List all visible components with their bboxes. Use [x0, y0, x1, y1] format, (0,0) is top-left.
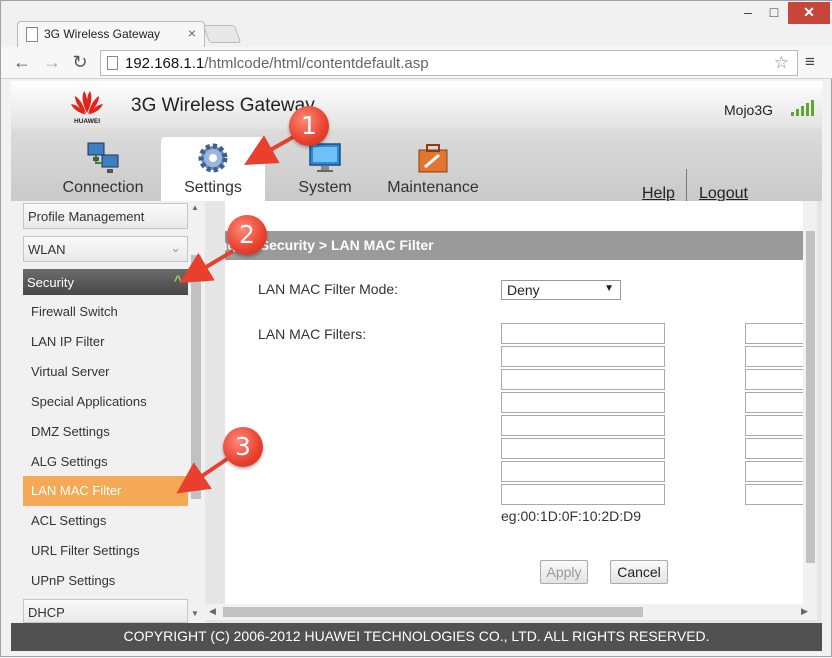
- sidebar-group-security[interactable]: Security ^: [23, 269, 188, 295]
- footer-copyright: COPYRIGHT (C) 2006-2012 HUAWEI TECHNOLOG…: [11, 623, 822, 651]
- browser-menu-button[interactable]: ≡: [801, 53, 819, 71]
- callout-1: 1: [289, 106, 329, 146]
- mac-filter-input[interactable]: [501, 369, 665, 390]
- toolbox-icon: [418, 144, 448, 173]
- tab-system[interactable]: System: [273, 137, 377, 201]
- apply-button[interactable]: Apply: [540, 560, 588, 584]
- tab-label: System: [298, 179, 352, 196]
- group-label: Profile Management: [28, 209, 145, 224]
- sidebar-item-url-filter-settings[interactable]: URL Filter Settings: [23, 536, 188, 566]
- back-button[interactable]: ←: [11, 51, 33, 73]
- tab-label: Settings: [184, 179, 242, 196]
- mac-filter-input[interactable]: [501, 438, 665, 459]
- device-name: Mojo3G: [724, 102, 774, 118]
- callout-3: 3: [223, 427, 263, 467]
- group-label: WLAN: [28, 242, 66, 257]
- dropdown-arrow-icon: ▼: [604, 283, 614, 294]
- callout-2: 2: [227, 215, 267, 255]
- sidebar-item-virtual-server[interactable]: Virtual Server: [23, 357, 188, 387]
- mode-select-value: Deny: [507, 282, 540, 298]
- chevron-up-icon: ^: [173, 272, 182, 288]
- content-horizontal-scrollbar[interactable]: ◀ ▶: [205, 604, 817, 620]
- bookmark-star-icon[interactable]: ☆: [774, 53, 789, 73]
- sidebar-item-firewall-switch[interactable]: Firewall Switch: [23, 297, 188, 327]
- minimize-button[interactable]: –: [735, 2, 761, 24]
- app-title: 3G Wireless Gateway: [131, 95, 315, 116]
- mac-filter-input[interactable]: [501, 323, 665, 344]
- new-tab-button[interactable]: [202, 25, 242, 43]
- url-host: 192.168.1.1: [125, 55, 205, 72]
- sidebar-item-lan-ip-filter[interactable]: LAN IP Filter: [23, 327, 188, 357]
- gear-icon: [198, 143, 228, 173]
- url-text[interactable]: 192.168.1.1/htmlcode/html/contentdefault…: [125, 55, 429, 72]
- group-label: DHCP: [28, 605, 65, 620]
- mode-select[interactable]: Deny ▼: [501, 280, 621, 300]
- scrollbar-thumb[interactable]: [806, 231, 815, 563]
- divider: [686, 169, 687, 203]
- mode-label: LAN MAC Filter Mode:: [258, 281, 399, 297]
- sidebar: Profile Management WLAN ⌄ Security ^ Fir…: [11, 201, 205, 623]
- scroll-right-arrow-icon[interactable]: ▶: [801, 606, 808, 617]
- content-panel: ings > Security > LAN MAC Filter LAN MAC…: [225, 201, 817, 609]
- mac-example-hint: eg:00:1D:0F:10:2D:D9: [501, 508, 642, 524]
- sidebar-item-acl-settings[interactable]: ACL Settings: [23, 506, 188, 536]
- scrollbar-thumb[interactable]: [191, 255, 201, 499]
- scroll-down-arrow-icon[interactable]: ▼: [191, 609, 199, 618]
- page-header: HUAWEI 3G Wireless Gateway Mojo3G: [11, 81, 822, 129]
- sidebar-group-profile-management[interactable]: Profile Management: [23, 203, 188, 229]
- chevron-down-icon: ⌄: [170, 240, 181, 255]
- tab-label: Connection: [62, 179, 144, 196]
- connection-icon: [87, 142, 119, 173]
- tab-title: 3G Wireless Gateway: [44, 27, 161, 41]
- main-nav: Connection Settings System Maintenance H…: [11, 129, 822, 203]
- page-icon: [107, 56, 118, 70]
- sidebar-item-alg-settings[interactable]: ALG Settings: [23, 447, 188, 477]
- content-vertical-scrollbar[interactable]: [803, 201, 817, 609]
- tab-connection[interactable]: Connection: [51, 137, 155, 201]
- mac-filter-input[interactable]: [501, 346, 665, 367]
- tab-label: Maintenance: [387, 179, 479, 196]
- browser-tab[interactable]: 3G Wireless Gateway ×: [17, 21, 205, 48]
- tab-maintenance[interactable]: Maintenance: [381, 137, 485, 201]
- scroll-left-arrow-icon[interactable]: ◀: [209, 606, 216, 617]
- mac-filter-input[interactable]: [501, 484, 665, 505]
- browser-toolbar: ← → ↻ 192.168.1.1/htmlcode/html/contentd…: [1, 47, 832, 79]
- scrollbar-thumb[interactable]: [223, 607, 643, 617]
- tab-close-icon[interactable]: ×: [188, 25, 196, 41]
- sidebar-item-upnp-settings[interactable]: UPnP Settings: [23, 566, 188, 596]
- sidebar-item-dmz-settings[interactable]: DMZ Settings: [23, 417, 188, 447]
- monitor-icon: [309, 143, 341, 172]
- reload-button[interactable]: ↻: [69, 51, 91, 73]
- huawei-logo: HUAWEI: [71, 91, 103, 125]
- group-label: Security: [27, 275, 74, 290]
- address-bar[interactable]: 192.168.1.1/htmlcode/html/contentdefault…: [100, 50, 798, 76]
- cancel-button[interactable]: Cancel: [610, 560, 668, 584]
- sidebar-item-lan-mac-filter[interactable]: LAN MAC Filter: [23, 476, 188, 506]
- signal-strength-icon: [791, 100, 815, 116]
- sidebar-group-dhcp[interactable]: DHCP: [23, 599, 188, 623]
- mac-filter-input[interactable]: [501, 415, 665, 436]
- router-page: HUAWEI 3G Wireless Gateway Mojo3G Connec…: [11, 81, 822, 651]
- breadcrumb: ings > Security > LAN MAC Filter: [225, 231, 817, 260]
- mac-filter-input[interactable]: [501, 392, 665, 413]
- filters-label: LAN MAC Filters:: [258, 326, 367, 342]
- forward-button[interactable]: →: [41, 51, 63, 73]
- sidebar-scrollbar[interactable]: ▲ ▼: [189, 201, 203, 623]
- sidebar-group-wlan[interactable]: WLAN ⌄: [23, 236, 188, 262]
- sidebar-item-special-applications[interactable]: Special Applications: [23, 387, 188, 417]
- close-window-button[interactable]: ✕: [788, 2, 830, 24]
- url-path: /htmlcode/html/contentdefault.asp: [204, 55, 429, 72]
- page-icon: [26, 27, 38, 42]
- logo-text: HUAWEI: [74, 118, 100, 125]
- scroll-up-arrow-icon[interactable]: ▲: [191, 203, 199, 212]
- mac-filter-input[interactable]: [501, 461, 665, 482]
- browser-window: 3G Wireless Gateway × – □ ✕ ← → ↻ 192.16…: [0, 0, 832, 657]
- tab-strip: 3G Wireless Gateway × – □ ✕: [1, 1, 832, 48]
- tab-settings[interactable]: Settings: [161, 137, 265, 201]
- maximize-button[interactable]: □: [761, 2, 787, 24]
